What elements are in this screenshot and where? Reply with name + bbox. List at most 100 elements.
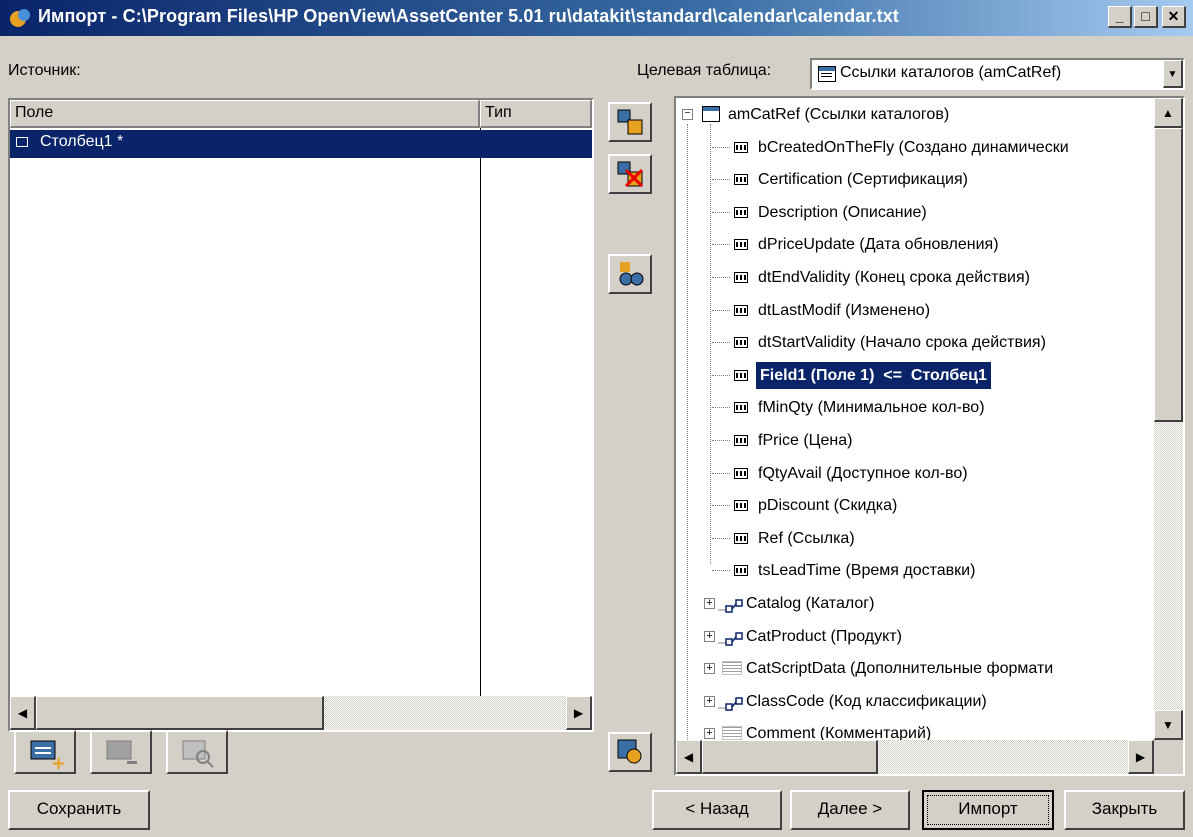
- import-button[interactable]: Импорт: [922, 790, 1054, 830]
- tree-field-label: dtLastModif (Изменено): [758, 301, 931, 319]
- field-icon: [734, 239, 748, 251]
- import-settings-button[interactable]: [608, 732, 652, 772]
- field-icon: [734, 206, 748, 218]
- tree-connector: [712, 407, 730, 409]
- tree-connector: [712, 570, 730, 572]
- field-icon: [734, 467, 748, 479]
- tree-connector: [712, 277, 730, 278]
- maximize-button[interactable]: □: [1134, 6, 1158, 28]
- scroll-track[interactable]: [878, 740, 1128, 774]
- binoculars-icon: [619, 262, 644, 286]
- field-icon: [734, 435, 748, 446]
- source-hscrollbar[interactable]: ◀ ▶: [10, 696, 592, 730]
- tree-field-label: fMinQty (Минимальное кол-во): [758, 399, 985, 417]
- scroll-track[interactable]: [324, 696, 566, 730]
- import-button-label: Импорт: [958, 799, 1018, 818]
- tree-connector: [712, 211, 730, 213]
- scroll-thumb[interactable]: [702, 740, 878, 774]
- tree-connector: [712, 342, 730, 344]
- add-field-button[interactable]: +: [14, 730, 76, 774]
- expand-icon[interactable]: +: [704, 663, 715, 675]
- tree-connector: [712, 179, 730, 181]
- field-icon: [734, 500, 748, 512]
- minimize-button[interactable]: _: [1108, 6, 1132, 28]
- memo-field-icon: [722, 661, 742, 676]
- scroll-track[interactable]: [1154, 422, 1183, 710]
- back-button[interactable]: < Назад: [652, 790, 782, 830]
- collapse-icon[interactable]: −: [682, 109, 693, 120]
- unmap-field-button[interactable]: [608, 154, 652, 194]
- table-icon: [818, 66, 836, 82]
- unmap-icon: [617, 161, 644, 188]
- field-icon: [734, 369, 748, 381]
- app-icon: [8, 6, 32, 30]
- window-title: Импорт - C:\Program Files\HP OpenView\As…: [38, 6, 899, 26]
- tree-hscrollbar[interactable]: ◀ ▶: [676, 740, 1183, 774]
- scroll-thumb[interactable]: [36, 696, 324, 730]
- expand-icon[interactable]: +: [704, 598, 715, 609]
- tree-link-label: Catalog (Каталог): [746, 595, 875, 612]
- svg-text:+: +: [51, 753, 65, 771]
- tree-field-label: tsLeadTime (Время доставки): [758, 562, 976, 580]
- tree-link-label: CatScriptData (Дополнительные формати: [746, 660, 1054, 678]
- tree-connector: [712, 537, 730, 539]
- memo-field-icon: [722, 726, 742, 741]
- magnifier-icon: [182, 740, 214, 768]
- column-header-type[interactable]: Тип: [480, 100, 592, 128]
- scroll-right-button[interactable]: ▶: [1128, 740, 1154, 774]
- target-fields-tree[interactable]: − amCatRef (Ссылки каталогов) bCreatedOn…: [674, 96, 1185, 776]
- save-button[interactable]: Сохранить: [8, 790, 150, 830]
- link-icon: [718, 593, 744, 613]
- close-window-button[interactable]: ✕: [1162, 6, 1186, 28]
- field-icon: [734, 565, 748, 577]
- next-button-label: Далее >: [817, 799, 883, 818]
- tree-link-label: CatProduct (Продукт): [746, 627, 902, 645]
- tree-field-label: pDiscount (Скидка): [758, 497, 898, 515]
- source-fields-list[interactable]: Поле Тип Столбец1 * ◀ ▶: [8, 98, 594, 732]
- expand-icon[interactable]: +: [704, 630, 715, 642]
- scroll-left-button[interactable]: ◀: [10, 696, 36, 730]
- field-icon: [16, 137, 28, 147]
- tree-field-label: Field1 (Поле 1) <= Столбец1: [756, 361, 991, 389]
- table-row[interactable]: Столбец1 *: [10, 130, 592, 158]
- tree-connector: [712, 244, 730, 246]
- scroll-thumb[interactable]: [1154, 128, 1183, 422]
- remove-field-button[interactable]: [90, 730, 152, 774]
- target-table-select[interactable]: Ссылки каталогов (amCatRef) ▼: [810, 58, 1185, 90]
- dropdown-arrow-icon[interactable]: ▼: [1163, 60, 1183, 88]
- tree-field-label: Certification (Сертификация): [758, 171, 968, 189]
- save-button-label: Сохранить: [36, 799, 122, 818]
- find-field-button[interactable]: [608, 254, 652, 294]
- column-header-field[interactable]: Поле: [10, 100, 480, 128]
- scroll-left-button[interactable]: ◀: [676, 740, 702, 774]
- expand-icon[interactable]: +: [704, 728, 715, 740]
- target-table-label: Целевая таблица:: [637, 62, 772, 79]
- tree-connector: [712, 505, 730, 507]
- source-label: Источник:: [8, 62, 81, 79]
- scroll-up-button[interactable]: ▲: [1154, 98, 1183, 128]
- field-icon: [734, 141, 748, 153]
- expand-icon[interactable]: +: [704, 695, 715, 707]
- field-icon: [734, 337, 748, 349]
- source-field-name: Столбец1 *: [40, 133, 124, 150]
- tree-field-label: dtEndValidity (Конец срока действия): [758, 269, 1030, 286]
- close-button-label: Закрыть: [1091, 799, 1158, 818]
- field-icon: [734, 402, 748, 414]
- close-button[interactable]: Закрыть: [1064, 790, 1185, 830]
- target-table-value: Ссылки каталогов (amCatRef): [840, 64, 1062, 81]
- title-bar[interactable]: Импорт - C:\Program Files\HP OpenView\As…: [0, 0, 1193, 36]
- link-icon: [718, 626, 744, 646]
- tree-connector: [712, 309, 730, 311]
- field-details-button[interactable]: [166, 730, 228, 774]
- field-icon: [734, 304, 748, 316]
- tree-field-label: fPrice (Цена): [758, 432, 853, 449]
- tree-field-label: bCreatedOnTheFly (Создано динамически: [758, 138, 1069, 156]
- map-field-button[interactable]: [608, 102, 652, 142]
- tree-link-label: ClassCode (Код классификации): [746, 692, 987, 710]
- scroll-down-button[interactable]: ▼: [1154, 710, 1183, 740]
- column-divider: [480, 128, 481, 696]
- next-button[interactable]: Далее >: [790, 790, 910, 830]
- tree-vscrollbar[interactable]: ▲ ▼: [1154, 98, 1183, 740]
- tree-field-label: Ref (Ссылка): [758, 529, 855, 547]
- scroll-right-button[interactable]: ▶: [566, 696, 592, 730]
